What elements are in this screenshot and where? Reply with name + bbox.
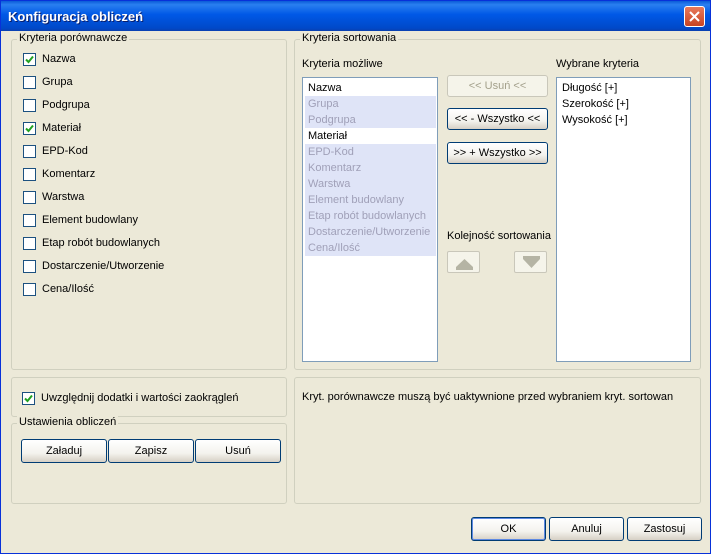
move-up-button[interactable] xyxy=(447,251,480,273)
possible-criteria-item[interactable]: EPD-Kod xyxy=(305,144,436,160)
compare-checkbox[interactable]: Dostarczenie/Utworzenie xyxy=(23,258,164,274)
dialog-window: Konfiguracja obliczeń Kryteria porównawc… xyxy=(0,0,711,554)
move-down-button[interactable] xyxy=(514,251,547,273)
remove-all-button[interactable]: << - Wszystko << xyxy=(447,108,548,130)
compare-checkbox-label: Materiał xyxy=(42,122,82,134)
checkbox-box[interactable] xyxy=(23,144,36,158)
selected-criteria-label: Wybrane kryteria xyxy=(556,58,640,70)
possible-criteria-item[interactable]: Dostarczenie/Utworzenie xyxy=(305,224,436,240)
cancel-button[interactable]: Anuluj xyxy=(549,517,624,541)
load-button[interactable]: Załaduj xyxy=(21,439,107,463)
compare-checkbox-label: Cena/Ilość xyxy=(42,283,94,295)
selected-criteria-item[interactable]: Szerokość [+] xyxy=(559,96,690,112)
compare-checkbox[interactable]: Podgrupa xyxy=(23,97,90,113)
possible-criteria-item[interactable]: Cena/Ilość xyxy=(305,240,436,256)
compare-checkbox[interactable]: EPD-Kod xyxy=(23,143,88,159)
compare-checkbox[interactable]: Komentarz xyxy=(23,166,95,182)
compare-checkbox[interactable]: Etap robót budowlanych xyxy=(23,235,160,251)
checkbox-box[interactable] xyxy=(23,259,36,273)
compare-checkbox[interactable]: Element budowlany xyxy=(23,212,138,228)
checkbox-box[interactable] xyxy=(23,282,36,296)
selected-criteria-item[interactable]: Wysokość [+] xyxy=(559,112,690,128)
include-additions-box[interactable] xyxy=(22,391,35,405)
include-additions-checkbox[interactable]: Uwzględnij dodatki i wartości zaokrągleń xyxy=(22,390,238,406)
compare-checkbox-label: Element budowlany xyxy=(42,214,139,226)
compare-criteria-legend: Kryteria porównawcze xyxy=(17,32,130,44)
apply-button[interactable]: Zastosuj xyxy=(627,517,702,541)
sort-order-label: Kolejność sortowania xyxy=(447,230,551,242)
possible-criteria-item[interactable]: Element budowlany xyxy=(305,192,436,208)
compare-checkbox-label: EPD-Kod xyxy=(42,145,88,157)
compare-checkbox[interactable]: Cena/Ilość xyxy=(23,281,94,297)
compare-checkbox-label: Etap robót budowlanych xyxy=(42,237,161,249)
selected-criteria-list[interactable]: Długość [+] Szerokość [+] Wysokość [+] xyxy=(556,77,691,362)
possible-criteria-item[interactable]: Warstwa xyxy=(305,176,436,192)
compare-checkbox[interactable]: Materiał xyxy=(23,120,81,136)
possible-criteria-item[interactable]: Grupa xyxy=(305,96,436,112)
compare-checkbox[interactable]: Nazwa xyxy=(23,51,76,67)
arrow-up-icon xyxy=(456,259,473,270)
checkmark-icon xyxy=(25,124,34,132)
sorting-criteria-legend: Kryteria sortowania xyxy=(300,32,399,44)
checkbox-box[interactable] xyxy=(23,52,36,66)
checkbox-box[interactable] xyxy=(23,98,36,112)
checkbox-box[interactable] xyxy=(23,75,36,89)
checkmark-icon xyxy=(25,55,34,63)
compare-checkbox[interactable]: Warstwa xyxy=(23,189,84,205)
possible-criteria-item[interactable]: Etap robót budowlanych xyxy=(305,208,436,224)
checkbox-box[interactable] xyxy=(23,213,36,227)
possible-criteria-label: Kryteria możliwe xyxy=(302,58,383,70)
remove-button[interactable]: << Usuń << xyxy=(447,75,548,97)
checkbox-box[interactable] xyxy=(23,236,36,250)
checkbox-box[interactable] xyxy=(23,167,36,181)
compare-checkbox-label: Podgrupa xyxy=(42,99,90,111)
checkbox-box[interactable] xyxy=(23,121,36,135)
possible-criteria-item[interactable]: Nazwa xyxy=(305,80,436,96)
possible-criteria-item[interactable]: Materiał xyxy=(305,128,436,144)
possible-criteria-list[interactable]: Nazwa Grupa Podgrupa Materiał EPD-Kod Komenta… xyxy=(302,77,438,362)
title-bar[interactable]: Konfiguracja obliczeń xyxy=(1,1,710,31)
checkmark-icon xyxy=(24,394,33,402)
selected-criteria-item[interactable]: Długość [+] xyxy=(559,80,690,96)
possible-criteria-item[interactable]: Podgrupa xyxy=(305,112,436,128)
close-icon xyxy=(689,11,700,22)
settings-legend: Ustawienia obliczeń xyxy=(17,416,119,428)
delete-button[interactable]: Usuń xyxy=(195,439,281,463)
ok-button[interactable]: OK xyxy=(471,517,546,541)
compare-checkbox-label: Dostarczenie/Utworzenie xyxy=(42,260,165,272)
compare-checkbox-label: Warstwa xyxy=(42,191,85,203)
window-title: Konfiguracja obliczeń xyxy=(8,9,144,24)
info-text: Kryt. porównawcze muszą być uaktywnione … xyxy=(302,391,674,403)
compare-checkbox-label: Nazwa xyxy=(42,53,76,65)
include-additions-label: Uwzględnij dodatki i wartości zaokrągleń xyxy=(41,392,239,404)
add-all-button[interactable]: >> + Wszystko >> xyxy=(447,142,548,164)
arrow-down-icon xyxy=(523,256,540,268)
save-button[interactable]: Zapisz xyxy=(108,439,194,463)
compare-checkbox[interactable]: Grupa xyxy=(23,74,73,90)
settings-group: Ustawienia obliczeń xyxy=(11,416,287,504)
possible-criteria-item[interactable]: Komentarz xyxy=(305,160,436,176)
compare-checkbox-label: Komentarz xyxy=(42,168,96,180)
checkbox-box[interactable] xyxy=(23,190,36,204)
compare-checkbox-label: Grupa xyxy=(42,76,73,88)
compare-criteria-group: Kryteria porównawcze Nazwa Grupa Podgrupa M… xyxy=(11,32,287,370)
close-button[interactable] xyxy=(684,6,705,27)
